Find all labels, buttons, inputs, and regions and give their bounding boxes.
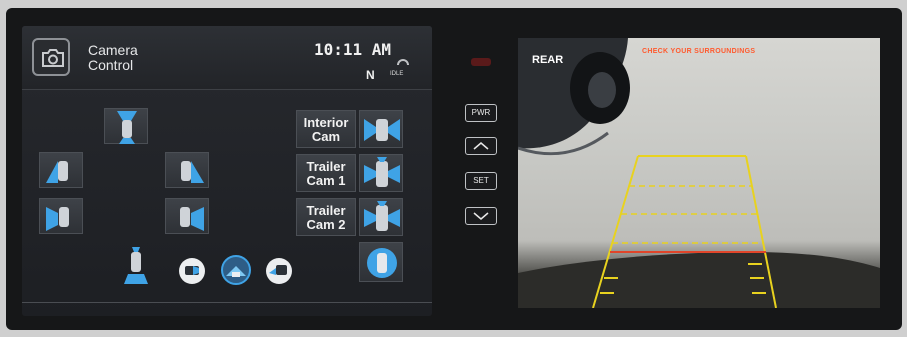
front-camera-button[interactable] (104, 108, 148, 144)
trailer-cam-1-line-2: Cam 1 (306, 173, 346, 188)
trailer-cam-1-view-button[interactable] (359, 154, 403, 192)
camera-control-screen: Camera Control 10:11 AM N IDLE Interior … (22, 26, 432, 316)
down-button[interactable] (465, 207, 497, 225)
idle-stop-icon (397, 59, 409, 66)
idle-label: IDLE (390, 71, 404, 77)
set-button[interactable]: SET (465, 172, 497, 190)
title-line-2: Control (88, 57, 134, 73)
trailer-cam-1-line-1: Trailer (306, 159, 346, 174)
gear-indicator: N (366, 68, 375, 82)
side-view-button[interactable] (177, 256, 207, 286)
trailer-cam-2-line-2: Cam 2 (306, 217, 346, 232)
clock: 10:11 AM (314, 40, 392, 59)
right-rear-view-icon (180, 207, 204, 231)
up-button[interactable] (465, 137, 497, 155)
trailer-cam-2-view-button[interactable] (359, 198, 403, 236)
camera-image (518, 38, 880, 308)
power-indicator-light (471, 58, 491, 66)
left-rear-view-icon (46, 207, 69, 231)
power-button[interactable]: PWR (465, 104, 497, 122)
interior-cam-line-1: Interior (303, 115, 349, 130)
header-bar: Camera Control 10:11 AM N IDLE (22, 26, 432, 90)
trailer-cam-2-label-button[interactable]: Trailer Cam 2 (296, 198, 356, 236)
front-view-icon (117, 111, 137, 144)
right-front-camera-button[interactable] (165, 152, 209, 188)
chevron-down-icon (473, 212, 489, 220)
trailer-1-view-icon (364, 157, 400, 187)
rear-camera-feed: REAR CHECK YOUR SURROUNDINGS (518, 38, 880, 308)
title-line-1: Camera (88, 42, 138, 58)
interior-cam-label-button[interactable]: Interior Cam (296, 110, 356, 148)
wide-view-button[interactable] (220, 254, 252, 286)
bottom-divider (22, 302, 432, 303)
trailer-cam-2-line-1: Trailer (306, 203, 346, 218)
left-front-view-icon (46, 161, 68, 183)
rear-view-round-icon (367, 248, 397, 278)
interior-cam-view-button[interactable] (359, 110, 403, 148)
trailer-cam-1-label-button[interactable]: Trailer Cam 1 (296, 154, 356, 192)
right-front-view-icon (181, 161, 204, 183)
page-title: Camera Control (88, 43, 138, 73)
view-label: REAR (532, 54, 564, 66)
bird-view-button[interactable] (120, 246, 152, 286)
warning-banner: CHECK YOUR SURROUNDINGS (642, 48, 756, 55)
chevron-up-icon (473, 142, 489, 150)
right-rear-camera-button[interactable] (165, 198, 209, 234)
interior-cam-line-2: Cam (311, 129, 341, 144)
left-front-camera-button[interactable] (39, 152, 83, 188)
rear-camera-button[interactable] (359, 242, 403, 282)
trailer-view-button[interactable] (264, 256, 294, 286)
camera-home-button[interactable] (32, 38, 70, 76)
left-rear-camera-button[interactable] (39, 198, 83, 234)
interior-view-icon (364, 119, 400, 141)
camera-icon (42, 49, 64, 67)
trailer-2-view-icon (364, 201, 400, 231)
